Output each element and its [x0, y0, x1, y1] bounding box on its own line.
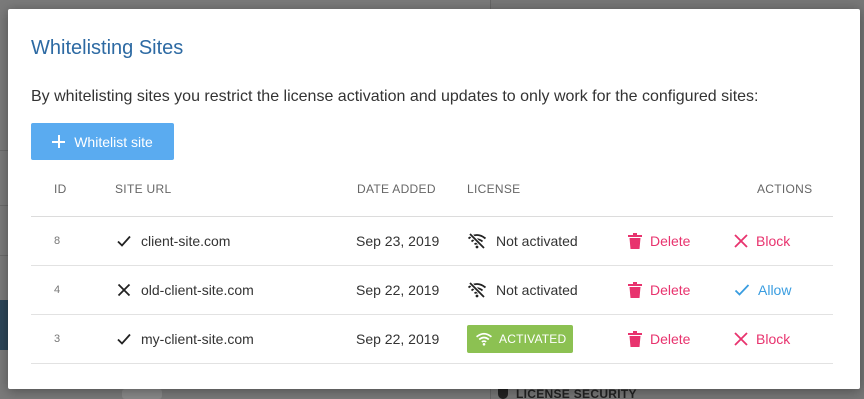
row-date-added: Sep 23, 2019	[356, 233, 440, 249]
license-status-text: Not activated	[496, 282, 578, 298]
allow-label: Allow	[758, 282, 792, 298]
whitelist-site-button-label: Whitelist site	[74, 133, 153, 150]
modal-title: Whitelisting Sites	[31, 37, 184, 59]
license-status-text: ACTIVATED	[499, 332, 567, 346]
table-row: 4 old-client-site.com Sep 22, 2019 Not a…	[31, 266, 833, 315]
check-icon	[117, 333, 131, 345]
block-label: Block	[756, 233, 791, 249]
row-site-url: old-client-site.com	[116, 266, 254, 314]
background-button	[122, 389, 162, 399]
delete-label: Delete	[650, 282, 691, 298]
whitelisting-modal: Whitelisting Sites By whitelisting sites…	[8, 9, 860, 389]
license-status-text: Not activated	[496, 233, 578, 249]
wifi-icon	[476, 332, 492, 346]
site-url-text: my-client-site.com	[141, 331, 254, 347]
whitelist-table: ID SITE URL DATE ADDED LICENSE ACTIONS 8…	[31, 169, 833, 364]
row-license: Not activated	[467, 266, 578, 314]
row-site-url: my-client-site.com	[116, 315, 254, 363]
header-date-added: DATE ADDED	[357, 182, 436, 196]
block-label: Block	[756, 331, 791, 347]
allow-button[interactable]: Allow	[734, 266, 791, 314]
row-site-url: client-site.com	[116, 217, 230, 265]
background-dark-block	[0, 300, 8, 350]
trash-icon	[628, 233, 642, 249]
delete-button[interactable]: Delete	[628, 217, 690, 265]
background-divider	[0, 150, 8, 151]
wifi-off-icon	[467, 233, 487, 249]
header-actions: ACTIONS	[757, 182, 813, 196]
shield-icon	[498, 389, 508, 399]
header-site-url: SITE URL	[115, 182, 172, 196]
activated-badge: ACTIVATED	[467, 325, 574, 353]
table-row: 8 client-site.com Sep 23, 2019 Not activ…	[31, 217, 833, 266]
plus-icon	[52, 135, 66, 148]
block-button[interactable]: Block	[734, 217, 790, 265]
background-divider	[0, 255, 8, 256]
row-id: 3	[54, 333, 61, 345]
whitelist-site-button[interactable]: Whitelist site	[31, 123, 174, 160]
close-icon	[117, 283, 131, 297]
delete-button[interactable]: Delete	[628, 315, 690, 363]
site-url-text: old-client-site.com	[141, 282, 254, 298]
row-id: 8	[54, 235, 61, 247]
header-license: LICENSE	[467, 182, 521, 196]
site-url-text: client-site.com	[141, 233, 231, 249]
delete-label: Delete	[650, 233, 691, 249]
delete-label: Delete	[650, 331, 691, 347]
table-row: 3 my-client-site.com Sep 22, 2019 ACTIVA…	[31, 315, 833, 364]
background-divider	[0, 205, 8, 206]
wifi-off-icon	[467, 282, 487, 298]
background-footer-label: LICENSE SECURITY	[516, 389, 637, 399]
header-id: ID	[54, 182, 67, 196]
row-date-added: Sep 22, 2019	[356, 331, 440, 347]
row-date-added: Sep 22, 2019	[356, 282, 440, 298]
row-license: ACTIVATED	[467, 315, 574, 363]
background-footer: LICENSE SECURITY	[498, 389, 637, 399]
row-license: Not activated	[467, 217, 578, 265]
block-button[interactable]: Block	[734, 315, 790, 363]
table-header: ID SITE URL DATE ADDED LICENSE ACTIONS	[31, 169, 833, 217]
trash-icon	[628, 282, 642, 298]
check-icon	[734, 284, 750, 296]
close-icon	[734, 332, 748, 346]
modal-description: By whitelisting sites you restrict the l…	[31, 88, 759, 105]
trash-icon	[628, 331, 642, 347]
delete-button[interactable]: Delete	[628, 266, 690, 314]
check-icon	[117, 235, 131, 247]
row-id: 4	[54, 284, 61, 296]
close-icon	[734, 234, 748, 248]
